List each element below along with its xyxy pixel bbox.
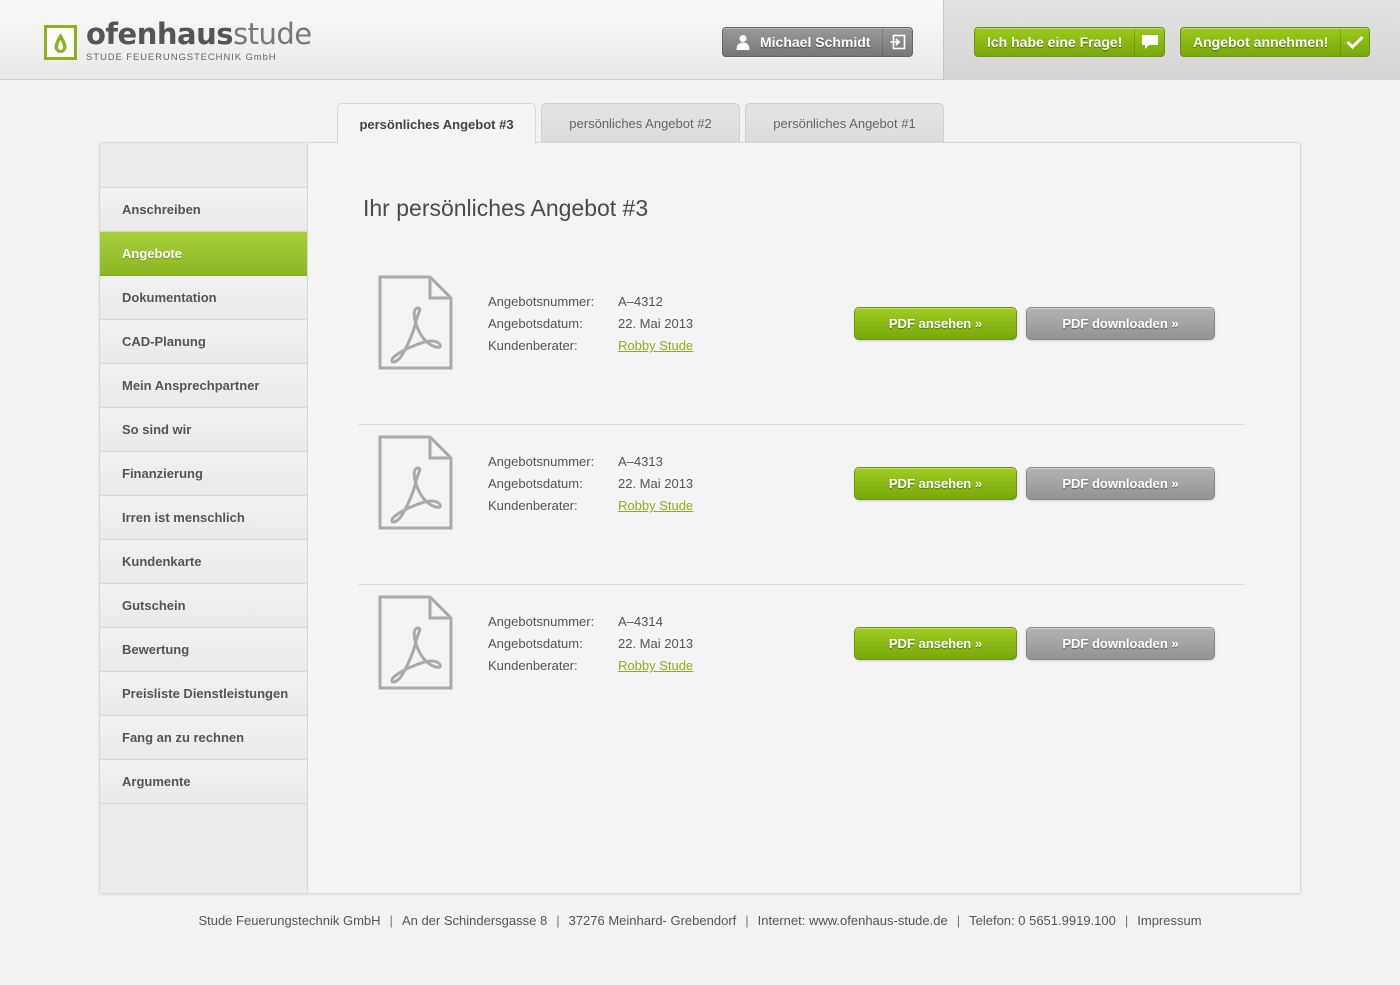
footer-web[interactable]: Internet: www.ofenhaus-stude.de [758, 913, 948, 928]
footer-street: An der Schindersgasse 8 [401, 913, 548, 928]
sidebar-item-ansprechpartner[interactable]: Mein Ansprechpartner [100, 364, 307, 408]
pdf-file-icon [378, 595, 454, 696]
offer-row: Angebotsnummer: A–4313 Angebotsdatum: 22. … [358, 425, 1244, 585]
offer-advisor-label: Kundenberater: [488, 498, 578, 513]
sidebar-item-so-sind-wir[interactable]: So sind wir [100, 408, 307, 452]
offer-details: Angebotsnummer: A–4312 Angebotsdatum: 22. … [488, 291, 693, 357]
sidebar-item-dokumentation[interactable]: Dokumentation [100, 276, 307, 320]
pdf-download-button[interactable]: PDF downloaden » [1026, 467, 1215, 500]
offer-advisor-link[interactable]: Robby Stude [618, 658, 693, 673]
speech-bubble-icon [1134, 28, 1164, 56]
pdf-view-button[interactable]: PDF ansehen » [854, 307, 1017, 340]
question-label: Ich habe eine Frage! [987, 34, 1123, 50]
sidebar-item-kundenkarte[interactable]: Kundenkarte [100, 540, 307, 584]
offer-advisor-link[interactable]: Robby Stude [618, 338, 693, 353]
sidebar-item-angebote[interactable]: Angebote [100, 232, 307, 276]
sidebar-item-irren[interactable]: Irren ist menschlich [100, 496, 307, 540]
offer-date: 22. Mai 2013 [618, 636, 694, 651]
pdf-file-icon [378, 435, 454, 536]
logout-icon[interactable] [882, 28, 912, 56]
user-name: Michael Schmidt [760, 34, 871, 50]
offer-row: Angebotsnummer: A–4312 Angebotsdatum: 22. … [358, 265, 1244, 425]
offer-details: Angebotsnummer: A–4314 Angebotsdatum: 22. … [488, 611, 693, 677]
accept-offer-button[interactable]: Angebot annehmen! [1180, 27, 1370, 57]
pdf-download-button[interactable]: PDF downloaden » [1026, 307, 1215, 340]
footer-company: Stude Feuerungstechnik GmbH [198, 913, 381, 928]
pdf-view-button[interactable]: PDF ansehen » [854, 467, 1017, 500]
offer-details: Angebotsnummer: A–4313 Angebotsdatum: 22. … [488, 451, 693, 517]
question-button[interactable]: Ich habe eine Frage! [974, 27, 1165, 57]
sidebar-item-gutschein[interactable]: Gutschein [100, 584, 307, 628]
user-icon [723, 34, 751, 50]
page-title: Ihr persönliches Angebot #3 [363, 195, 649, 221]
offer-row: Angebotsnummer: A–4314 Angebotsdatum: 22. … [358, 585, 1244, 745]
accept-label: Angebot annehmen! [1193, 34, 1329, 50]
offer-date: 22. Mai 2013 [618, 316, 694, 331]
sidebar-item-argumente[interactable]: Argumente [100, 760, 307, 804]
tab-angebot-3[interactable]: persönliches Angebot #3 [337, 103, 536, 144]
footer: Stude Feuerungstechnik GmbH | An der Schin… [198, 913, 1202, 928]
offer-date-label: Angebotsdatum: [488, 636, 583, 651]
offer-number: A–4312 [618, 294, 663, 309]
user-account-button[interactable]: Michael Schmidt [722, 27, 913, 57]
checkmark-icon [1340, 28, 1369, 56]
tab-angebot-1[interactable]: persönliches Angebot #1 [745, 103, 944, 143]
sidebar-item-finanzierung[interactable]: Finanzierung [100, 452, 307, 496]
header-actions-area: Ich habe eine Frage! Angebot annehmen! [943, 0, 1400, 80]
sidebar-nav: Anschreiben Angebote Dokumentation CAD-P… [100, 143, 308, 893]
sidebar-item-cad-planung[interactable]: CAD-Planung [100, 320, 307, 364]
offer-number: A–4313 [618, 454, 663, 469]
offer-number-label: Angebotsnummer: [488, 294, 595, 309]
footer-city: 37276 Meinhard- Grebendorf [568, 913, 737, 928]
footer-phone: Telefon: 0 5651.9919.100 [969, 913, 1116, 928]
offer-number-label: Angebotsnummer: [488, 614, 595, 629]
pdf-view-button[interactable]: PDF ansehen » [854, 627, 1017, 660]
brand-name: ofenhausstude [86, 17, 312, 51]
brand-tagline: STUDE FEUERUNGSTECHNIK GmbH [86, 52, 277, 63]
sidebar-item-bewertung[interactable]: Bewertung [100, 628, 307, 672]
offer-advisor-link[interactable]: Robby Stude [618, 498, 693, 513]
offer-number: A–4314 [618, 614, 663, 629]
offer-date-label: Angebotsdatum: [488, 316, 583, 331]
leaf-logo-icon [44, 25, 77, 60]
footer-imprint-link[interactable]: Impressum [1137, 913, 1201, 928]
pdf-file-icon [378, 275, 454, 376]
offer-number-label: Angebotsnummer: [488, 454, 595, 469]
sidebar-item-preisliste[interactable]: Preisliste Dienstleistungen [100, 672, 307, 716]
sidebar-item-fang-an[interactable]: Fang an zu rechnen [100, 716, 307, 760]
offer-advisor-label: Kundenberater: [488, 338, 578, 353]
offer-advisor-label: Kundenberater: [488, 658, 578, 673]
tab-angebot-2[interactable]: persönliches Angebot #2 [541, 103, 740, 143]
offer-date-label: Angebotsdatum: [488, 476, 583, 491]
main-panel: Anschreiben Angebote Dokumentation CAD-P… [99, 142, 1301, 894]
pdf-download-button[interactable]: PDF downloaden » [1026, 627, 1215, 660]
sidebar-item-anschreiben[interactable]: Anschreiben [100, 188, 307, 232]
offer-date: 22. Mai 2013 [618, 476, 694, 491]
